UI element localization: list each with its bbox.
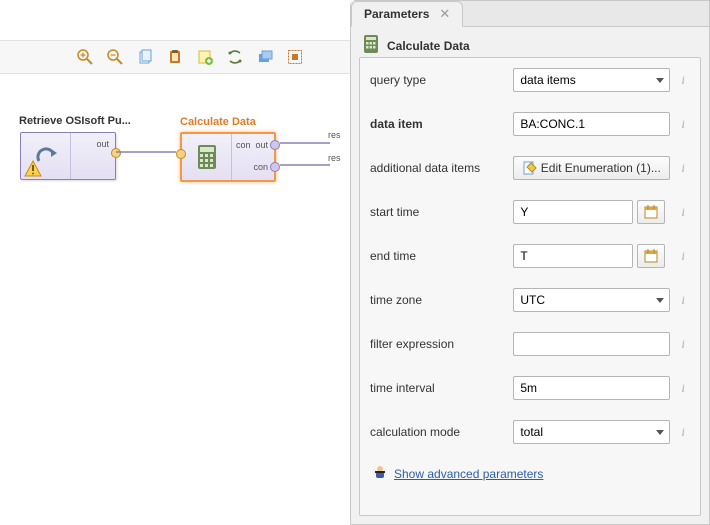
wire-end-label: res [328,153,341,163]
param-filter-expression: filter expression i [360,322,700,366]
warning-icon [24,160,42,181]
select-all-icon[interactable] [285,47,305,67]
time-zone-select[interactable]: UTC [513,288,670,312]
info-icon[interactable]: i [676,73,690,87]
query-type-select[interactable]: data items [513,68,670,92]
filter-expression-input[interactable] [513,332,670,356]
time-interval-input[interactable] [513,376,670,400]
edit-enumeration-button[interactable]: Edit Enumeration (1)... [513,156,670,180]
parameters-list: query type data items i data item i [359,57,701,516]
node-out-port[interactable] [270,140,280,150]
wire-end-label: res [328,130,341,140]
node-retrieve-osisoft[interactable]: Retrieve OSIsoft Pu... out [20,132,116,180]
calculator-icon [363,35,379,56]
node-title: Retrieve OSIsoft Pu... [19,115,131,127]
param-start-time: start time i [360,190,700,234]
info-icon[interactable]: i [676,161,690,175]
param-data-item: data item i [360,102,700,146]
info-icon[interactable]: i [676,337,690,351]
parameters-panel: Parameters ✕ Calculate Data query type d… [350,0,710,525]
calendar-button[interactable] [637,200,665,224]
node-in-port[interactable] [176,149,186,159]
info-icon[interactable]: i [676,205,690,219]
advanced-parameters-row: Show advanced parameters [360,454,700,493]
calendar-icon [644,205,658,219]
show-advanced-link[interactable]: Show advanced parameters [394,467,543,481]
param-label: calculation mode [370,425,507,439]
arrange-icon[interactable] [225,47,245,67]
zoom-in-icon[interactable] [75,47,95,67]
param-label: start time [370,205,507,219]
calculation-mode-select[interactable]: total [513,420,670,444]
param-label: time zone [370,293,507,307]
node-calculate-data[interactable]: Calculate Data con out con [180,132,276,182]
tab-label: Parameters [364,7,429,21]
param-time-interval: time interval i [360,366,700,410]
port-label: con [253,162,268,172]
end-time-input[interactable] [513,244,633,268]
param-label: time interval [370,381,507,395]
panel-title: Calculate Data [387,39,470,53]
calculator-icon [182,134,232,180]
port-label: out [255,140,268,150]
node-con-port[interactable] [270,162,280,172]
person-icon [372,464,388,483]
button-label: Edit Enumeration (1)... [541,161,661,175]
node-title: Calculate Data [180,116,256,128]
edit-icon [523,161,537,175]
info-icon[interactable]: i [676,249,690,263]
data-item-input[interactable] [513,112,670,136]
parameters-tab[interactable]: Parameters ✕ [351,1,463,27]
close-icon[interactable]: ✕ [439,6,450,22]
workflow-canvas[interactable]: Retrieve OSIsoft Pu... out Calculate Dat… [0,0,350,525]
layers-icon[interactable] [255,47,275,67]
zoom-out-icon[interactable] [105,47,125,67]
info-icon[interactable]: i [676,425,690,439]
info-icon[interactable]: i [676,293,690,307]
copy-icon[interactable] [135,47,155,67]
port-label: con [236,140,251,150]
port-label: out [96,139,109,149]
start-time-input[interactable] [513,200,633,224]
param-label: end time [370,249,507,263]
param-label: additional data items [370,161,507,175]
param-end-time: end time i [360,234,700,278]
paste-icon[interactable] [165,47,185,67]
new-note-icon[interactable] [195,47,215,67]
param-label: query type [370,73,507,87]
param-label: filter expression [370,337,507,351]
param-calculation-mode: calculation mode total i [360,410,700,454]
param-label: data item [370,117,507,131]
info-icon[interactable]: i [676,117,690,131]
node-out-port[interactable] [111,148,121,158]
param-additional-items: additional data items Edit Enumeration (… [360,146,700,190]
calendar-button[interactable] [637,244,665,268]
info-icon[interactable]: i [676,381,690,395]
canvas-toolbar [0,40,350,74]
param-time-zone: time zone UTC i [360,278,700,322]
calendar-icon [644,249,658,263]
param-query-type: query type data items i [360,58,700,102]
